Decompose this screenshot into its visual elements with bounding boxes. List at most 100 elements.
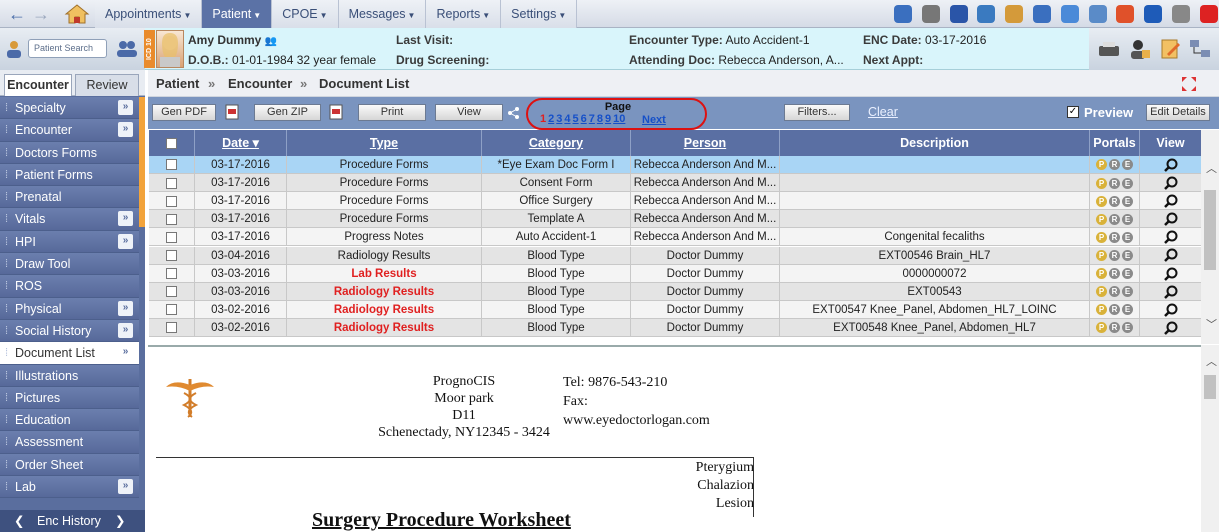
gen-zip-button[interactable]: Gen ZIP <box>254 104 321 121</box>
chevron-right-icon[interactable]: » <box>118 300 133 316</box>
sidebar-item-order-sheet[interactable]: Order Sheet <box>0 453 139 477</box>
expand-icon[interactable] <box>1180 75 1198 93</box>
filters-button[interactable]: Filters... <box>784 104 850 121</box>
sidebar-item-illustrations[interactable]: Illustrations <box>0 364 139 387</box>
preview-scrollbar[interactable]: ︿ <box>1201 345 1219 532</box>
breadcrumb-encounter[interactable]: Encounter <box>228 70 292 97</box>
doctor-icon[interactable] <box>1001 2 1027 26</box>
sidebar-item-doctors-forms[interactable]: Doctors Forms <box>0 141 139 164</box>
magnifier-icon[interactable] <box>1163 285 1178 299</box>
portal-p-badge[interactable]: P <box>1096 159 1107 171</box>
portal-r-badge[interactable]: R <box>1109 177 1120 189</box>
row-checkbox[interactable] <box>166 322 177 334</box>
chevron-right-icon[interactable]: » <box>118 211 133 227</box>
portal-r-badge[interactable]: R <box>1109 286 1120 298</box>
clear-link[interactable]: Clear <box>868 105 898 119</box>
portal-r-badge[interactable]: R <box>1109 159 1120 171</box>
sidebar-item-specialty[interactable]: Specialty » <box>0 97 139 120</box>
sidebar-item-education[interactable]: Education <box>0 409 139 432</box>
portal-p-badge[interactable]: P <box>1096 268 1107 280</box>
checkbox-icon[interactable] <box>1168 2 1194 26</box>
chevron-right-icon[interactable]: » <box>118 322 133 338</box>
view-button[interactable]: View <box>435 104 503 121</box>
menu-appointments[interactable]: Appointments ▼ <box>95 0 203 28</box>
magnifier-icon[interactable] <box>1163 194 1178 209</box>
doctor-user-icon[interactable] <box>1128 38 1152 60</box>
preview-scroll-up-icon[interactable]: ︿ <box>1206 353 1217 369</box>
chevron-right-icon[interactable]: » <box>118 479 133 495</box>
row-checkbox[interactable] <box>166 195 177 207</box>
portal-r-badge[interactable]: R <box>1109 213 1120 225</box>
breadcrumb-patient[interactable]: Patient <box>156 70 199 97</box>
table-row[interactable]: 03-04-2016 Radiology Results Blood Type Doc… <box>149 246 1201 265</box>
magnifier-icon[interactable] <box>1163 230 1178 245</box>
sidebar-item-lab[interactable]: Lab » <box>0 476 139 499</box>
table-row[interactable]: 03-02-2016 Radiology Results Blood Type Doc… <box>149 300 1201 319</box>
portal-r-badge[interactable]: R <box>1109 231 1120 243</box>
patient-photo[interactable] <box>156 30 184 68</box>
back-arrow-icon[interactable]: ← <box>8 4 26 24</box>
network-icon[interactable] <box>1188 38 1212 60</box>
zip-download-icon[interactable] <box>329 104 343 120</box>
table-row[interactable]: 03-17-2016 Procedure Forms Consent Form Reb… <box>149 174 1201 193</box>
table-row[interactable]: 03-03-2016 Radiology Results Blood Type Doc… <box>149 282 1201 301</box>
sidebar-item-patient-forms[interactable]: Patient Forms <box>0 163 139 187</box>
tab-encounter[interactable]: Encounter <box>4 74 72 96</box>
print-button[interactable]: Print <box>358 104 426 121</box>
sidebar-item-document-list[interactable]: Document List » <box>0 342 139 365</box>
preview-checkbox[interactable]: ✓ <box>1067 106 1079 118</box>
schedule-icon[interactable] <box>973 2 999 26</box>
sidebar-item-hpi[interactable]: HPI » <box>0 230 139 254</box>
gauge-icon[interactable] <box>918 2 944 26</box>
sidebar-item-ros[interactable]: ROS <box>0 275 139 298</box>
portal-e-badge[interactable]: E <box>1122 304 1133 316</box>
chevron-right-icon[interactable]: » <box>118 100 133 115</box>
family-icon[interactable]: 👥 <box>265 36 277 47</box>
date-column-header[interactable]: Date ▾ <box>195 130 287 156</box>
portal-r-badge[interactable]: R <box>1109 304 1120 316</box>
enc-history-button[interactable]: ❮ Enc History ❯ <box>0 510 145 532</box>
magnifier-icon[interactable] <box>1163 158 1178 172</box>
menu-reports[interactable]: Reports ▼ <box>426 0 502 28</box>
table-scrollbar[interactable]: ︿ ﹀ <box>1201 130 1219 344</box>
magnifier-icon[interactable] <box>1163 212 1178 227</box>
menu-settings[interactable]: Settings ▼ <box>501 0 578 28</box>
chevron-right-icon[interactable]: » <box>118 233 133 249</box>
portal-e-badge[interactable]: E <box>1122 177 1133 189</box>
patient-group-icon[interactable] <box>116 39 138 59</box>
portal-r-badge[interactable]: R <box>1109 322 1120 334</box>
portal-p-badge[interactable]: P <box>1096 195 1107 207</box>
person-column-header[interactable]: Person <box>631 130 780 156</box>
portal-p-badge[interactable]: P <box>1096 231 1107 243</box>
sidebar-item-vitals[interactable]: Vitals » <box>0 208 139 231</box>
forward-arrow-icon[interactable]: → <box>32 4 50 24</box>
row-checkbox[interactable] <box>166 268 177 280</box>
magnifier-icon[interactable] <box>1163 267 1178 281</box>
share-icon[interactable] <box>508 107 519 119</box>
row-checkbox[interactable] <box>166 159 177 171</box>
portal-e-badge[interactable]: E <box>1122 249 1133 261</box>
portal-r-badge[interactable]: R <box>1109 195 1120 207</box>
row-checkbox[interactable] <box>166 231 177 243</box>
sidebar-item-social-history[interactable]: Social History » <box>0 319 139 343</box>
table-row[interactable]: 03-17-2016 Procedure Forms Office Surgery R… <box>149 192 1201 211</box>
row-checkbox[interactable] <box>166 304 177 316</box>
chevron-right-icon[interactable]: » <box>118 122 133 138</box>
table-row[interactable]: 03-17-2016 Procedure Forms *Eye Exam Doc F… <box>149 156 1201 175</box>
lifebuoy-icon[interactable] <box>1112 2 1138 26</box>
table-row[interactable]: 03-02-2016 Radiology Results Blood Type Doc… <box>149 318 1201 337</box>
table-scroll-thumb[interactable] <box>1204 190 1216 270</box>
portal-r-badge[interactable]: R <box>1109 268 1120 280</box>
edit-note-icon[interactable] <box>1159 38 1181 60</box>
table-row[interactable]: 03-17-2016 Progress Notes Auto Accident-1 R… <box>149 228 1201 247</box>
chevron-right-icon[interactable]: » <box>118 345 133 360</box>
sidebar-item-draw-tool[interactable]: Draw Tool <box>0 253 139 276</box>
portal-e-badge[interactable]: E <box>1122 195 1133 207</box>
sidebar-item-prenatal[interactable]: Prenatal <box>0 186 139 209</box>
portal-e-badge[interactable]: E <box>1122 213 1133 225</box>
magnifier-icon[interactable] <box>1163 321 1178 335</box>
type-column-header[interactable]: Type <box>287 130 482 156</box>
patient-search-input[interactable]: Patient Search <box>28 39 107 58</box>
portal-p-badge[interactable]: P <box>1096 177 1107 189</box>
bill-icon[interactable] <box>946 2 972 26</box>
